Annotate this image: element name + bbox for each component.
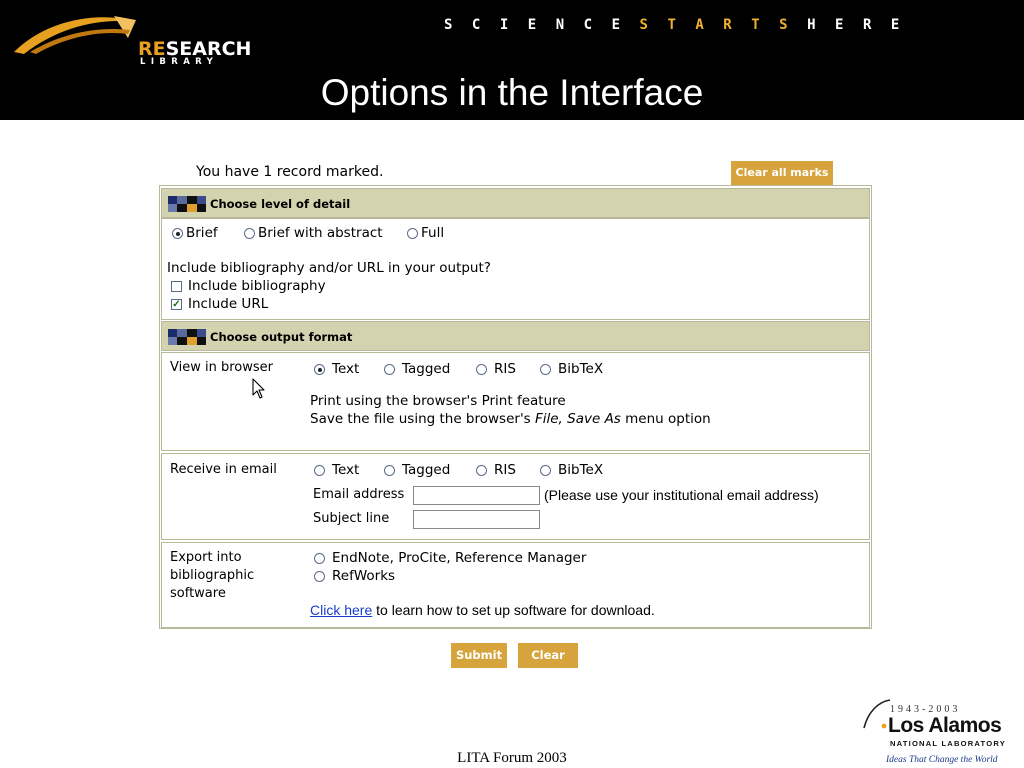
research-library-swoosh-icon [14, 16, 136, 54]
email-hint: (Please use your institutional email add… [544, 487, 819, 503]
export-label-line2: bibliographic [170, 568, 255, 583]
detail-full-label: Full [421, 225, 445, 241]
los-alamos-logo: 1943-2003 Los Alamos NATIONAL LABORATORY… [860, 694, 1010, 768]
section-blocks-icon [168, 329, 206, 345]
browser-bibtex-radio[interactable] [540, 364, 551, 375]
email-tagged-label: Tagged [402, 462, 451, 478]
include-bibliography-label: Include bibliography [188, 278, 326, 294]
logo-subtitle: LIBRARY [140, 57, 219, 67]
clear-button[interactable]: Clear [518, 643, 578, 668]
export-endnote-label: EndNote, ProCite, Reference Manager [332, 550, 587, 566]
email-bibtex-radio[interactable] [540, 465, 551, 476]
browser-ris-radio[interactable] [476, 364, 487, 375]
lanl-name: Los Alamos [888, 714, 1002, 737]
email-address-input[interactable] [413, 486, 540, 505]
detail-section-title: Choose level of detail [210, 197, 351, 211]
header-banner: RESEARCH LIBRARY SCIENCESTARTSHERE Optio… [0, 0, 1024, 120]
lanl-ideas: Ideas That Change the World [886, 755, 998, 765]
export-label-line3: software [170, 586, 226, 601]
email-section-label: Receive in email [170, 462, 277, 477]
export-endnote-radio[interactable] [314, 553, 325, 564]
mouse-cursor-icon [252, 378, 265, 399]
export-refworks-radio[interactable] [314, 571, 325, 582]
include-url-checkbox[interactable]: ✓ [171, 299, 182, 310]
browser-bibtex-label: BibTeX [558, 361, 604, 377]
email-text-radio[interactable] [314, 465, 325, 476]
email-address-label: Email address [313, 487, 405, 502]
export-panel: Export into bibliographic software EndNo… [161, 542, 870, 628]
output-section-header: Choose output format [161, 321, 870, 351]
include-question: Include bibliography and/or URL in your … [167, 260, 491, 276]
email-bibtex-label: BibTeX [558, 462, 604, 478]
detail-brief-label: Brief [186, 225, 218, 241]
save-hint: Save the file using the browser's File, … [310, 411, 711, 427]
detail-panel: Brief Brief with abstract Full Include b… [161, 218, 870, 320]
detail-brief-radio[interactable] [172, 228, 183, 239]
browser-tagged-radio[interactable] [384, 364, 395, 375]
click-here-link[interactable]: Click here [310, 602, 372, 618]
submit-button[interactable]: Submit [451, 643, 507, 668]
include-url-label: Include URL [188, 296, 269, 312]
browser-text-radio[interactable] [314, 364, 325, 375]
section-blocks-icon [168, 196, 206, 212]
detail-section-header: Choose level of detail [161, 188, 870, 218]
browser-panel: View in browser Text Tagged RIS BibTeX P… [161, 352, 870, 451]
detail-abstract-radio[interactable] [244, 228, 255, 239]
email-panel: Receive in email Text Tagged RIS BibTeX … [161, 453, 870, 540]
subject-line-label: Subject line [313, 511, 390, 526]
export-help: Click here to learn how to set up softwa… [310, 602, 655, 618]
browser-ris-label: RIS [494, 361, 516, 377]
include-bibliography-checkbox[interactable] [171, 281, 182, 292]
email-ris-label: RIS [494, 462, 516, 478]
email-ris-radio[interactable] [476, 465, 487, 476]
marked-status: You have 1 record marked. [196, 164, 384, 180]
export-refworks-label: RefWorks [332, 568, 396, 584]
slide-title: Options in the Interface [320, 72, 704, 113]
browser-label: View in browser [170, 360, 273, 375]
subject-line-input[interactable] [413, 510, 540, 529]
print-hint: Print using the browser's Print feature [310, 393, 566, 409]
clear-all-marks-button[interactable]: Clear all marks [731, 161, 833, 185]
browser-tagged-label: Tagged [402, 361, 451, 377]
output-section-title: Choose output format [210, 330, 353, 344]
detail-full-radio[interactable] [407, 228, 418, 239]
email-tagged-radio[interactable] [384, 465, 395, 476]
lanl-national: NATIONAL LABORATORY [890, 739, 1007, 748]
browser-text-label: Text [332, 361, 360, 377]
email-text-label: Text [332, 462, 360, 478]
export-label-line1: Export into [170, 550, 242, 565]
output-options-form: Choose level of detail Brief Brief with … [159, 185, 872, 629]
detail-abstract-label: Brief with abstract [258, 225, 383, 241]
tagline: SCIENCESTARTSHERE [444, 17, 919, 33]
